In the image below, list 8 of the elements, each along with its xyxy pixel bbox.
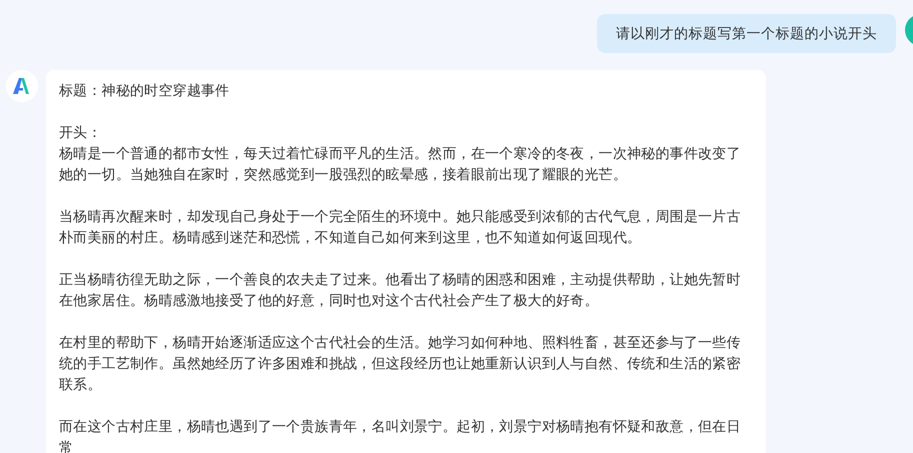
message-heading: 开头： bbox=[59, 123, 103, 142]
message-paragraph: 杨晴是一个普通的都市女性，每天过着忙碌而平凡的生活。然而，在一个寒冷的冬夜，一次神秘的事件改变了她的一切。当她独自在家时，突然感觉到一股强烈的眩晕感，接着眼前出现了耀眼的光芒。 bbox=[59, 144, 742, 184]
user-message: 请以刚才的标题写第一个标题的小说开头 bbox=[597, 14, 896, 53]
message-paragraph: 正当杨晴彷徨无助之际，一个善良的农夫走了过来。他看出了杨晴的困惑和困难，主动提供帮助，让她先暂时在他家居住。杨晴感激地接受了他的好意，同时也对这个古代社会产生了极大的好奇。 bbox=[59, 270, 742, 310]
message-title: 标题：神秘的时空穿越事件 bbox=[59, 81, 230, 100]
message-paragraph: 当杨晴再次醒来时，却发现自己身处于一个完全陌生的环境中。她只能感受到浓郁的古代气息，周围是一片古朴而美丽的村庄。杨晴感到迷茫和恐慌，不知道自己如何来到这里，也不知道如何返回现代。 bbox=[59, 207, 742, 247]
logo-icon bbox=[12, 77, 32, 95]
message-paragraph: 在村里的帮助下，杨晴开始逐渐适应这个古代社会的生活。她学习如何种地、照料牲畜，甚至还参与了一些传统的手工艺制作。虽然她经历了许多困难和挑战，但这段经历也让她重新认识到人与自然、传统和生活的紧密联系。 bbox=[59, 333, 742, 394]
